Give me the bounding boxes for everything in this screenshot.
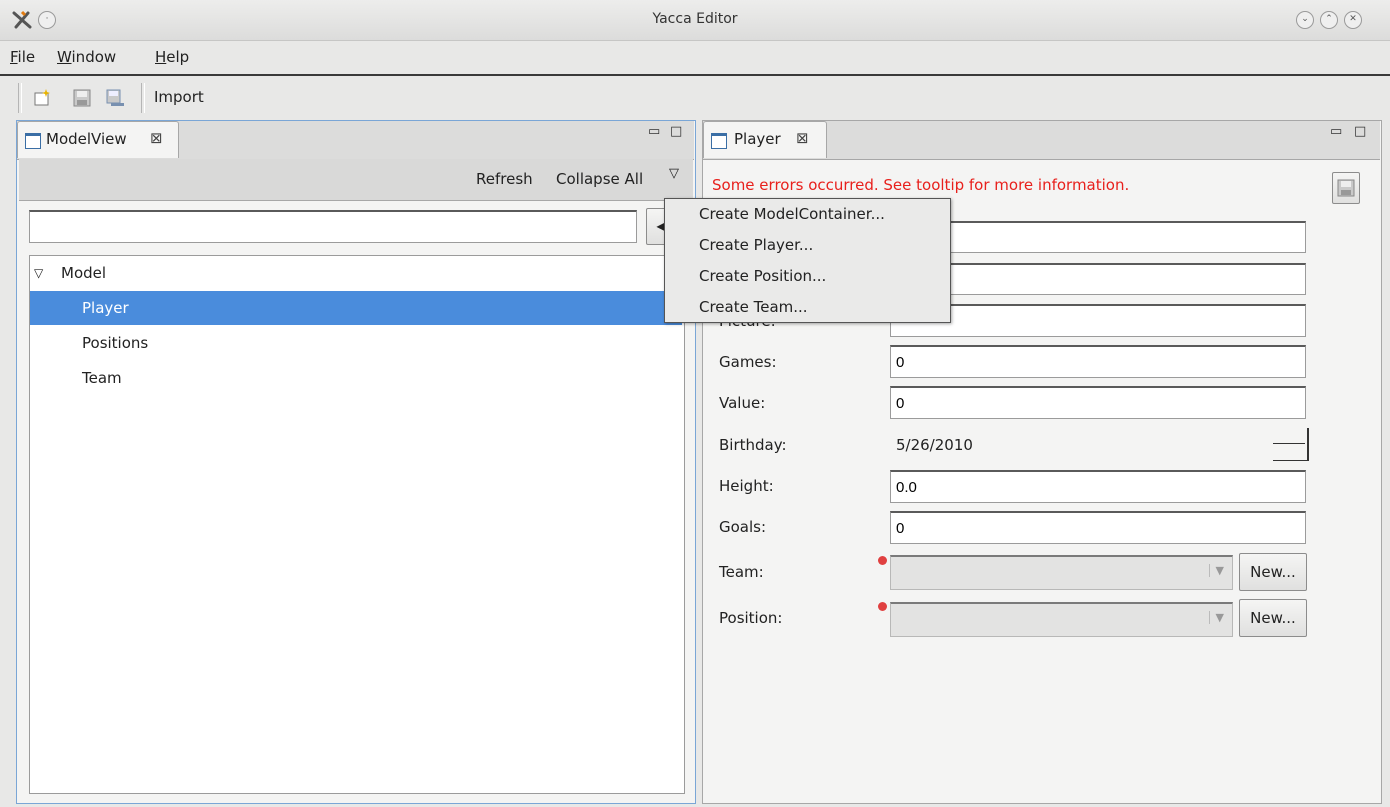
- goals-field[interactable]: [890, 511, 1306, 544]
- tree-root-label: Model: [61, 264, 107, 282]
- tree-item-team[interactable]: Team: [30, 361, 682, 395]
- tree-item-player[interactable]: Player: [30, 291, 682, 325]
- save-all-icon[interactable]: [105, 88, 125, 108]
- menu-item-create-position[interactable]: Create Position...: [665, 261, 950, 292]
- toolbar-separator: [18, 83, 22, 113]
- menu-window-label: indow: [71, 48, 117, 66]
- tree-item-label: Player: [82, 299, 129, 317]
- create-context-menu: Create ModelContainer... Create Player..…: [664, 198, 951, 323]
- maximize-button[interactable]: ⌃: [1320, 11, 1338, 29]
- close-tab-icon[interactable]: ⊠: [150, 129, 163, 147]
- team-label: Team:: [719, 563, 764, 581]
- save-icon: [1337, 179, 1355, 197]
- error-icon: [878, 556, 887, 565]
- picture-field[interactable]: [890, 304, 1306, 337]
- menu-bar: File Window Help: [0, 41, 1390, 76]
- tree-item-label: Team: [82, 369, 122, 387]
- height-label: Height:: [719, 477, 774, 495]
- tree-root-item[interactable]: ▽ Model: [30, 256, 682, 290]
- new-team-button[interactable]: New...: [1239, 553, 1307, 591]
- birthday-label: Birthday:: [719, 436, 787, 454]
- tab-modelview-label: ModelView: [46, 130, 127, 148]
- chevron-down-icon: ▼: [1208, 564, 1224, 577]
- first-name-field[interactable]: [890, 221, 1306, 253]
- minimize-button[interactable]: ⌄: [1296, 11, 1314, 29]
- new-file-icon[interactable]: [32, 88, 52, 108]
- birthday-date[interactable]: 5/26/2010: [896, 436, 973, 454]
- menu-window[interactable]: Window: [57, 48, 116, 66]
- new-position-button[interactable]: New...: [1239, 599, 1307, 637]
- expand-toggle-icon[interactable]: ▽: [34, 256, 43, 290]
- menu-help-label: elp: [166, 48, 190, 66]
- height-field[interactable]: [890, 470, 1306, 503]
- collapse-all-button[interactable]: Collapse All: [556, 170, 643, 188]
- menu-item-create-team[interactable]: Create Team...: [665, 292, 950, 323]
- toolbar-separator: [141, 83, 145, 113]
- value-field[interactable]: [890, 386, 1306, 419]
- save-editor-button[interactable]: [1332, 172, 1360, 204]
- close-tab-icon[interactable]: ⊠: [796, 129, 809, 147]
- menu-file-label: ile: [17, 48, 36, 66]
- refresh-button[interactable]: Refresh: [476, 170, 533, 188]
- tree-item-positions[interactable]: Positions: [30, 326, 682, 360]
- menu-item-create-modelcontainer[interactable]: Create ModelContainer...: [665, 199, 950, 230]
- maximize-editor-icon[interactable]: □: [1354, 124, 1366, 139]
- save-icon[interactable]: [72, 88, 92, 108]
- position-combo[interactable]: ▼: [890, 602, 1233, 637]
- minimize-editor-icon[interactable]: ▭: [1330, 124, 1342, 139]
- import-button[interactable]: Import: [154, 88, 204, 106]
- menu-help-mnemonic: H: [155, 48, 167, 66]
- maximize-view-icon[interactable]: □: [670, 124, 682, 139]
- goals-label: Goals:: [719, 518, 767, 536]
- menu-item-create-player[interactable]: Create Player...: [665, 230, 950, 261]
- window-title: Yacca Editor: [652, 11, 738, 27]
- games-label: Games:: [719, 353, 777, 371]
- view-icon: [25, 133, 41, 149]
- tree-item-label: Positions: [82, 334, 149, 352]
- error-icon: [878, 602, 887, 611]
- minimize-view-icon[interactable]: ▭: [648, 124, 660, 139]
- close-window-button[interactable]: ✕: [1344, 11, 1362, 29]
- value-label: Value:: [719, 394, 766, 412]
- view-menu-icon[interactable]: ▽: [669, 166, 679, 181]
- tab-player-label: Player: [734, 130, 781, 148]
- editor-icon: [711, 133, 727, 149]
- filter-input[interactable]: [29, 210, 637, 243]
- last-name-field[interactable]: [890, 263, 1306, 295]
- team-combo[interactable]: ▼: [890, 555, 1233, 590]
- title-bar: · Yacca Editor ⌄ ⌃ ✕: [0, 0, 1390, 41]
- menu-help[interactable]: Help: [155, 48, 189, 66]
- error-message: Some errors occurred. See tooltip for mo…: [712, 176, 1130, 194]
- menu-file[interactable]: File: [10, 48, 35, 66]
- menu-window-mnemonic: W: [57, 48, 72, 66]
- chevron-down-icon: ▼: [1208, 611, 1224, 624]
- games-field[interactable]: [890, 345, 1306, 378]
- menu-file-mnemonic: F: [10, 48, 18, 66]
- birthday-spinner[interactable]: [1273, 428, 1309, 461]
- position-label: Position:: [719, 609, 783, 627]
- main-toolbar: [0, 76, 1390, 118]
